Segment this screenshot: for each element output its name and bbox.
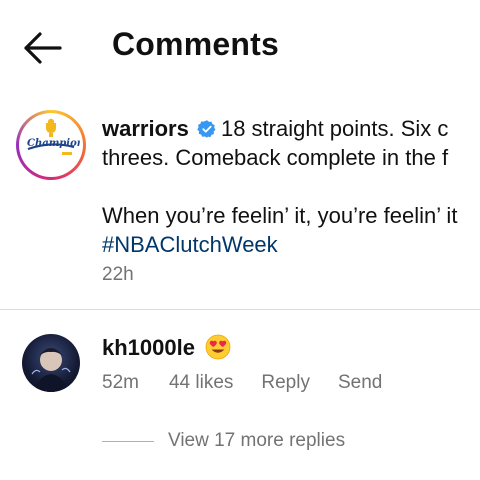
- back-arrow-icon[interactable]: [20, 28, 64, 68]
- replies-divider-line: [102, 440, 154, 442]
- post-timestamp: 22h: [102, 264, 134, 285]
- logo-text: Champions: [27, 138, 80, 149]
- story-ring[interactable]: Champions: [16, 110, 86, 180]
- caption-line-1: 18 straight points. Six c: [220, 116, 449, 141]
- comment-item: kh1000le 52m 44 likes Reply Send View 17 mo…: [0, 310, 480, 480]
- post-username[interactable]: warriors: [102, 116, 189, 141]
- hashtag-link[interactable]: #NBAClutchWeek: [102, 230, 480, 259]
- likes-count[interactable]: 44 likes: [169, 372, 233, 393]
- post-caption: Champions warriors 18 straight points. S…: [0, 96, 480, 310]
- send-button[interactable]: Send: [338, 372, 382, 393]
- comment-timestamp: 52m: [102, 372, 139, 393]
- view-more-replies-label: View 17 more replies: [168, 430, 346, 451]
- heart-eyes-emoji-icon: [205, 334, 231, 360]
- commenter-avatar[interactable]: [22, 334, 80, 392]
- comments-header: Comments: [0, 0, 480, 96]
- caption-text: warriors 18 straight points. Six c three…: [102, 114, 480, 259]
- caption-line-3: When you’re feelin’ it, you’re feelin’ i…: [102, 203, 458, 228]
- comment-username[interactable]: kh1000le: [102, 335, 195, 360]
- warriors-avatar: Champions: [22, 116, 80, 174]
- comment-meta: 52m 44 likes Reply Send: [102, 372, 410, 394]
- view-more-replies[interactable]: View 17 more replies: [102, 430, 345, 454]
- page-title: Comments: [112, 26, 279, 62]
- reply-button[interactable]: Reply: [261, 372, 310, 393]
- verified-badge-icon: [197, 117, 217, 138]
- trophy-icon: [62, 152, 72, 155]
- caption-line-2: threes. Comeback complete in the f: [102, 145, 449, 170]
